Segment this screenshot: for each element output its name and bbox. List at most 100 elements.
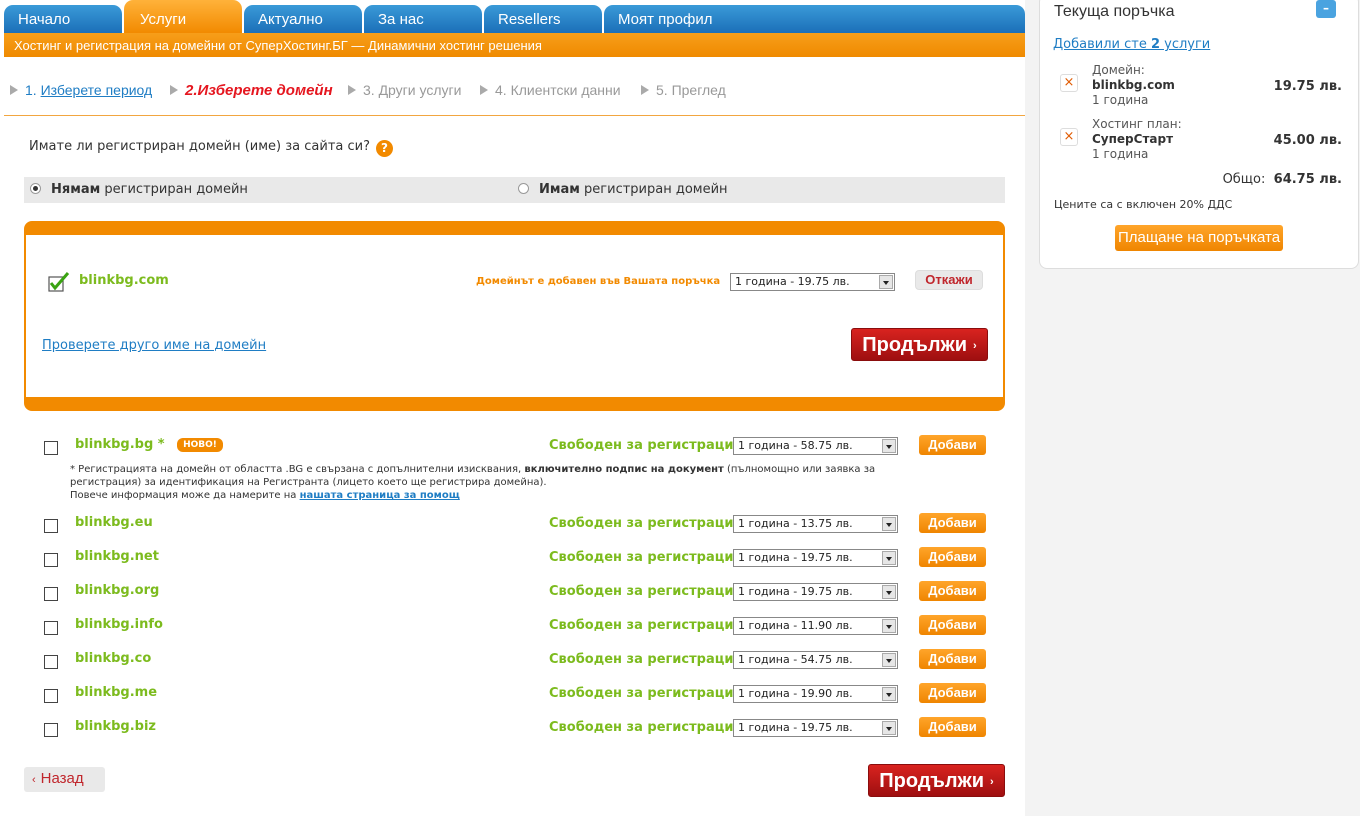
domain-period-select[interactable]: 1 година - 58.75 лв. [733,437,898,455]
domain-checkbox[interactable] [44,621,58,635]
chevron-down-icon [882,585,896,599]
add-domain-button[interactable]: Добави [919,649,986,669]
domain-period-select[interactable]: 1 година - 19.75 лв. [733,583,898,601]
domain-period-select[interactable]: 1 година - 19.75 лв. [733,719,898,737]
domain-period-select[interactable]: 1 година - 13.75 лв. [733,515,898,533]
help-page-link[interactable]: нашата страница за помощ [300,490,460,501]
domain-checkbox[interactable] [44,655,58,669]
domain-period-select[interactable]: 1 година - 54.75 лв. [733,651,898,669]
step-3: 3. Други услуги [348,82,461,98]
domain-status: Свободен за регистрация [549,584,742,599]
domain-name: blinkbg.org [75,583,160,598]
main-navigation: Начало Услуги Актуално За нас Resellers … [0,0,1025,57]
add-domain-button[interactable]: Добави [919,615,986,635]
back-button[interactable]: ‹ Назад [24,767,105,792]
add-domain-button[interactable]: Добави [919,717,986,737]
domain-period-select[interactable]: 1 година - 19.75 лв. [733,549,898,567]
domain-row: blinkbg.net Свободен за регистрация 1 го… [0,545,1025,573]
step-4: 4. Клиентски данни [480,82,621,98]
domain-status: Свободен за регистрация [549,652,742,667]
add-domain-button[interactable]: Добави [919,547,986,567]
new-badge: НОВО! [177,438,223,452]
domain-status: Свободен за регистрация [549,516,742,531]
tab-home[interactable]: Начало [4,5,122,33]
bg-domain-note: * Регистрацията на домейн от областта .B… [70,464,876,501]
domain-status: Свободен за регистрация [549,720,742,735]
domain-row: blinkbg.me Свободен за регистрация 1 год… [0,681,1025,709]
tab-services[interactable]: Услуги [124,0,242,33]
arrow-left-icon: ‹ [32,774,36,786]
domain-checkbox[interactable] [44,519,58,533]
item-price: 45.00 лв. [1273,133,1342,148]
domain-name: blinkbg.biz [75,719,156,734]
step-1[interactable]: 1. Изберете период [10,82,152,98]
order-title: Текуща поръчка [1054,3,1175,20]
domain-status: Свободен за регистрация [549,438,742,453]
domain-checkbox[interactable] [44,553,58,567]
selected-domain-period-select[interactable]: 1 година - 19.75 лв. [730,273,895,291]
chevron-down-icon [882,653,896,667]
domain-checkbox[interactable] [44,689,58,703]
chevron-down-icon [882,551,896,565]
domain-checkbox[interactable] [44,723,58,737]
domain-checkbox[interactable] [44,587,58,601]
domain-status: Свободен за регистрация [549,686,742,701]
collapse-icon[interactable]: – [1316,0,1336,18]
vat-note: Цените са с включен 20% ДДС [1054,198,1233,211]
selected-domain-status: Домейнът е добавен във Вашата поръчка [476,276,721,287]
selected-domain-name: blinkbg.com [79,273,169,288]
continue-button[interactable]: Продължи › [851,328,988,361]
step-arrow-icon [10,85,18,95]
radio-button-checked[interactable] [30,183,41,194]
step-2: 2.Изберете домейн [170,82,333,99]
domain-row: blinkbg.eu Свободен за регистрация 1 год… [0,511,1025,539]
add-domain-button[interactable]: Добави [919,581,986,601]
tab-resellers[interactable]: Resellers [484,5,602,33]
step-5: 5. Преглед [641,82,726,98]
check-icon [48,272,70,292]
domain-period-select[interactable]: 1 година - 19.90 лв. [733,685,898,703]
domain-row: blinkbg.info Свободен за регистрация 1 г… [0,613,1025,641]
tab-my-profile[interactable]: Моят профил [604,5,1025,33]
chevron-down-icon [882,721,896,735]
help-icon[interactable]: ? [376,140,393,157]
domain-question: Имате ли регистриран домейн (име) за сай… [29,139,393,157]
order-summary-link[interactable]: Добавили сте 2 услуги [1053,37,1210,52]
domain-row: blinkbg.biz Свободен за регистрация 1 го… [0,715,1025,743]
domain-name: blinkbg.eu [75,515,153,530]
radio-have-domain[interactable]: Имам регистриран домейн [518,182,728,197]
chevron-down-icon [882,439,896,453]
add-domain-button[interactable]: Добави [919,435,986,455]
continue-button[interactable]: Продължи › [868,764,1005,797]
order-item-domain: × Домейн: blinkbg.com 1 година 19.75 лв. [1060,63,1342,107]
chevron-down-icon [882,517,896,531]
add-domain-button[interactable]: Добави [919,683,986,703]
domain-checkbox[interactable] [44,441,58,455]
domain-name: blinkbg.me [75,685,158,700]
domain-row: blinkbg.org Свободен за регистрация 1 го… [0,579,1025,607]
domain-period-select[interactable]: 1 година - 11.90 лв. [733,617,898,635]
tab-news[interactable]: Актуално [244,5,362,33]
check-other-domain-link[interactable]: Проверете друго име на домейн [42,338,266,353]
step-arrow-icon [170,85,178,95]
domain-row: blinkbg.bg * НОВО! Свободен за регистрац… [0,433,1025,461]
radio-no-domain[interactable]: Нямам регистриран домейн [30,182,248,197]
site-subtitle: Хостинг и регистрация на домейни от Супе… [4,33,1025,57]
step-arrow-icon [641,85,649,95]
domain-status: Свободен за регистрация [549,550,742,565]
domain-name: blinkbg.net [75,549,159,564]
order-item-hosting: × Хостинг план: СуперСтарт 1 година 45.00 … [1060,117,1342,161]
remove-icon[interactable]: × [1060,128,1078,146]
selected-domain-box: blinkbg.com Домейнът е добавен във Вашат… [24,221,1005,411]
remove-icon[interactable]: × [1060,74,1078,92]
radio-button[interactable] [518,183,529,194]
cancel-button[interactable]: Откажи [915,270,983,290]
tab-about[interactable]: За нас [364,5,482,33]
order-total: Общо: 64.75 лв. [1222,172,1342,187]
pay-order-button[interactable]: Плащане на поръчката [1115,225,1283,251]
arrow-right-icon: › [973,340,977,352]
current-order-panel: Текуща поръчка – Добавили сте 2 услуги ×… [1039,0,1359,269]
item-price: 19.75 лв. [1273,79,1342,94]
add-domain-button[interactable]: Добави [919,513,986,533]
domain-name: blinkbg.info [75,617,163,632]
